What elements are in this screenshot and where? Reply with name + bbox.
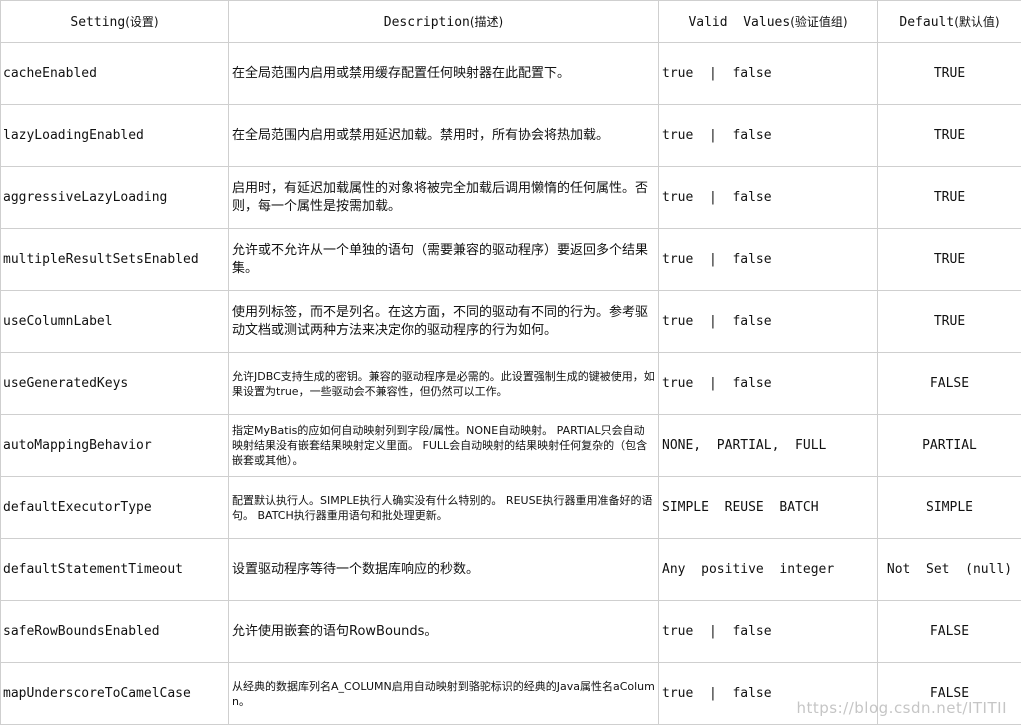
setting-name: aggressiveLazyLoading [0,166,229,229]
table-header-row: Setting(设置) Description(描述) Valid Values… [0,0,1021,43]
watermark: https://blog.csdn.net/ITITII [796,699,1007,717]
table-row: cacheEnabled 在全局范围内启用或禁用缓存配置任何映射器在此配置下。 … [0,42,1021,105]
header-setting: Setting(设置) [0,0,229,43]
header-valid-values: Valid Values(验证值组) [658,0,878,43]
setting-valid-values: true | false [658,42,878,105]
setting-valid-values: true | false [658,600,878,663]
settings-table: Setting(设置) Description(描述) Valid Values… [0,0,1021,725]
setting-description: 允许JDBC支持生成的密钥。兼容的驱动程序是必需的。此设置强制生成的键被使用，如… [228,352,659,415]
setting-valid-values: true | false [658,104,878,167]
setting-name: cacheEnabled [0,42,229,105]
setting-valid-values: NONE, PARTIAL, FULL [658,414,878,477]
table-row: aggressiveLazyLoading 启用时，有延迟加载属性的对象将被完全… [0,166,1021,229]
setting-default: TRUE [877,166,1021,229]
setting-description: 设置驱动程序等待一个数据库响应的秒数。 [228,538,659,601]
setting-name: multipleResultSetsEnabled [0,228,229,291]
setting-valid-values: true | false [658,166,878,229]
setting-default: TRUE [877,290,1021,353]
setting-name: useColumnLabel [0,290,229,353]
setting-description: 使用列标签，而不是列名。在这方面，不同的驱动有不同的行为。参考驱动文档或测试两种… [228,290,659,353]
setting-description: 允许或不允许从一个单独的语句（需要兼容的驱动程序）要返回多个结果集。 [228,228,659,291]
setting-name: useGeneratedKeys [0,352,229,415]
setting-default: FALSE [877,600,1021,663]
setting-description: 从经典的数据库列名A_COLUMN启用自动映射到骆驼标识的经典的Java属性名a… [228,662,659,725]
setting-default: SIMPLE [877,476,1021,539]
setting-description: 指定MyBatis的应如何自动映射列到字段/属性。NONE自动映射。 PARTI… [228,414,659,477]
setting-description: 启用时，有延迟加载属性的对象将被完全加载后调用懒惰的任何属性。否则，每一个属性是… [228,166,659,229]
setting-default: TRUE [877,104,1021,167]
header-default: Default(默认值) [877,0,1021,43]
setting-valid-values: true | false [658,290,878,353]
table-row: multipleResultSetsEnabled 允许或不允许从一个单独的语句… [0,228,1021,291]
table-row: useGeneratedKeys 允许JDBC支持生成的密钥。兼容的驱动程序是必… [0,352,1021,415]
setting-default: TRUE [877,42,1021,105]
setting-name: autoMappingBehavior [0,414,229,477]
table-row: autoMappingBehavior 指定MyBatis的应如何自动映射列到字… [0,414,1021,477]
setting-description: 在全局范围内启用或禁用延迟加载。禁用时，所有协会将热加载。 [228,104,659,167]
setting-name: defaultExecutorType [0,476,229,539]
setting-name: mapUnderscoreToCamelCase [0,662,229,725]
setting-description: 在全局范围内启用或禁用缓存配置任何映射器在此配置下。 [228,42,659,105]
setting-name: safeRowBoundsEnabled [0,600,229,663]
setting-valid-values: true | false [658,352,878,415]
setting-description: 允许使用嵌套的语句RowBounds。 [228,600,659,663]
setting-valid-values: true | false [658,228,878,291]
setting-default: FALSE [877,352,1021,415]
table-row: lazyLoadingEnabled 在全局范围内启用或禁用延迟加载。禁用时，所… [0,104,1021,167]
table-row: defaultStatementTimeout 设置驱动程序等待一个数据库响应的… [0,538,1021,601]
table-row: defaultExecutorType 配置默认执行人。SIMPLE执行人确实没… [0,476,1021,539]
setting-valid-values: SIMPLE REUSE BATCH [658,476,878,539]
setting-valid-values: Any positive integer [658,538,878,601]
setting-description: 配置默认执行人。SIMPLE执行人确实没有什么特别的。 REUSE执行器重用准备… [228,476,659,539]
setting-default: PARTIAL [877,414,1021,477]
table-row: useColumnLabel 使用列标签，而不是列名。在这方面，不同的驱动有不同… [0,290,1021,353]
setting-default: TRUE [877,228,1021,291]
table-row: safeRowBoundsEnabled 允许使用嵌套的语句RowBounds。… [0,600,1021,663]
setting-default: Not Set (null) [877,538,1021,601]
setting-name: lazyLoadingEnabled [0,104,229,167]
setting-name: defaultStatementTimeout [0,538,229,601]
header-description: Description(描述) [228,0,659,43]
